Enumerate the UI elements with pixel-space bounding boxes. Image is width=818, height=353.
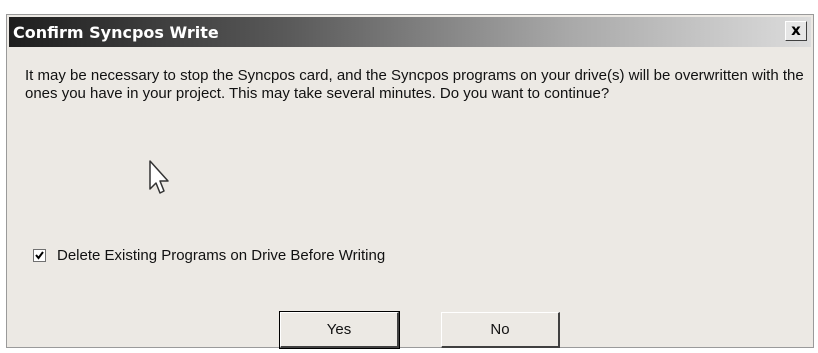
close-icon: x [791, 21, 801, 39]
checkmark-icon [35, 250, 44, 260]
mouse-pointer-icon [147, 159, 173, 199]
no-button[interactable]: No [441, 312, 560, 348]
close-button[interactable]: x [785, 21, 807, 41]
dialog-message: It may be necessary to stop the Syncpos … [25, 67, 804, 102]
confirm-dialog: Confirm Syncpos Write x It may be necess… [6, 14, 814, 349]
dialog-title: Confirm Syncpos Write [13, 23, 219, 42]
delete-existing-checkbox-label[interactable]: Delete Existing Programs on Drive Before… [57, 247, 385, 264]
delete-existing-checkbox[interactable] [33, 248, 46, 262]
delete-existing-checkbox-row[interactable]: Delete Existing Programs on Drive Before… [33, 245, 385, 265]
yes-button[interactable]: Yes [279, 311, 400, 349]
title-bar[interactable]: Confirm Syncpos Write x [9, 17, 811, 47]
